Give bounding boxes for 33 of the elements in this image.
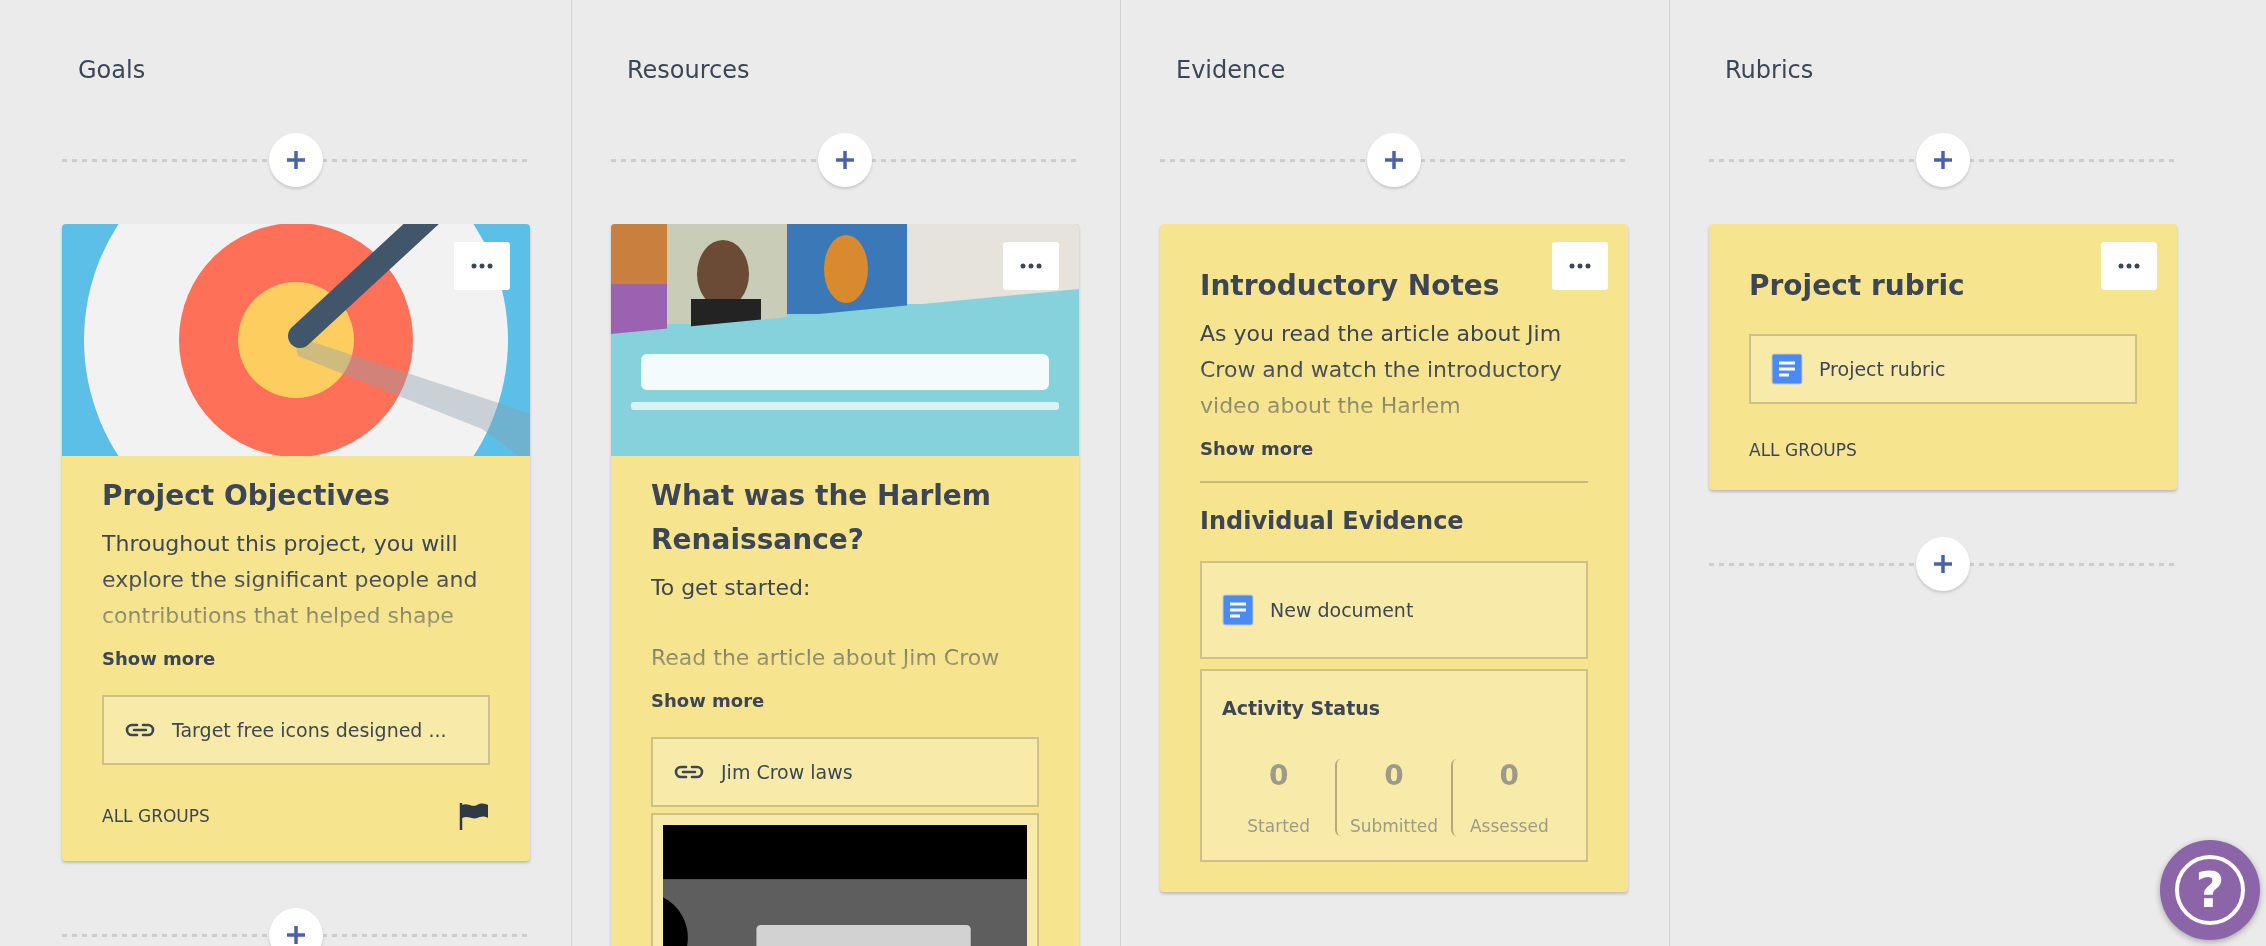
document-title: New document bbox=[1270, 599, 1414, 621]
stat-count: 0 bbox=[1384, 759, 1404, 792]
document-attachment[interactable]: Project rubric bbox=[1749, 334, 2137, 404]
show-more-link[interactable]: Show more bbox=[651, 690, 765, 711]
stat-label: Assessed bbox=[1469, 816, 1549, 836]
card-title: What was the Harlem Renaissance? bbox=[651, 478, 992, 558]
section-heading: Individual Evidence bbox=[1200, 506, 1465, 537]
stat-count: 0 bbox=[1499, 759, 1520, 792]
show-more-link[interactable]: Show more bbox=[1200, 438, 1314, 459]
status-title: Activity Status bbox=[1222, 697, 1382, 719]
link-title: Target free icons designed ... bbox=[172, 719, 447, 741]
document-attachment[interactable]: New document bbox=[1200, 561, 1588, 659]
link-attachment[interactable]: Target free icons designed ... bbox=[102, 695, 490, 765]
column-title: Rubrics bbox=[1725, 56, 1815, 86]
stat-count: 0 bbox=[1268, 759, 1289, 792]
group-label: ALL GROUPS bbox=[102, 806, 210, 826]
card-title: Introductory Notes bbox=[1200, 268, 1501, 304]
link-attachment[interactable]: Jim Crow laws bbox=[651, 737, 1039, 807]
help-button[interactable]: ? bbox=[2160, 840, 2260, 940]
stat-label: Submitted bbox=[1349, 816, 1439, 836]
column-title: Evidence bbox=[1176, 56, 1287, 86]
show-more-link[interactable]: Show more bbox=[102, 648, 216, 669]
card-description: Throughout this project, you will explore the significant people and contributions that helped shape bbox=[102, 530, 479, 630]
column-title: Resources bbox=[627, 56, 751, 86]
document-title: Project rubric bbox=[1819, 358, 1946, 380]
link-title: Jim Crow laws bbox=[721, 761, 853, 783]
card-title: Project Objectives bbox=[102, 478, 391, 514]
card-description: As you read the article about Jim Crow and watch the introductory video about the Harlem bbox=[1200, 320, 1563, 420]
column-title: Goals bbox=[78, 56, 147, 86]
group-label: ALL GROUPS bbox=[1749, 440, 1857, 460]
card-title: Project rubric bbox=[1749, 268, 1966, 304]
card-description: To get started: Read the article about Jim Crow bbox=[651, 574, 1001, 672]
stat-label: Started bbox=[1247, 816, 1311, 836]
